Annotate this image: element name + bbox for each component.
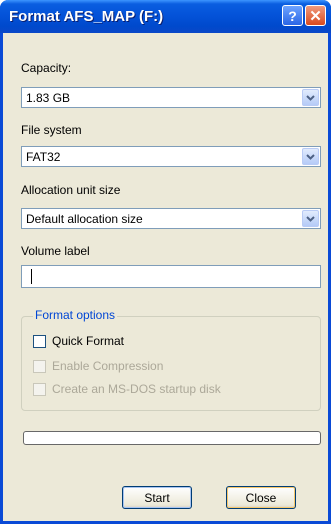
allocation-unit-select[interactable]: Default allocation size	[21, 208, 321, 229]
capacity-select[interactable]: 1.83 GB	[21, 87, 321, 108]
start-button[interactable]: Start	[122, 486, 192, 509]
close-window-button[interactable]: ✕	[305, 5, 326, 26]
volume-label-label: Volume label	[21, 244, 90, 258]
quick-format-label[interactable]: Quick Format	[52, 334, 124, 348]
start-button-label: Start	[144, 490, 170, 505]
capacity-value: 1.83 GB	[26, 91, 71, 105]
capacity-label: Capacity:	[21, 61, 72, 75]
file-system-value: FAT32	[26, 150, 61, 164]
file-system-label: File system	[21, 123, 82, 137]
help-button[interactable]: ?	[282, 5, 303, 26]
close-icon: ✕	[309, 7, 322, 25]
format-dialog: Format AFS_MAP (F:) ? ✕	[0, 0, 331, 524]
enable-compression-checkbox[interactable]	[33, 360, 46, 373]
format-progress-bar	[23, 431, 321, 445]
text-caret	[31, 269, 32, 284]
title-bar[interactable]: Format AFS_MAP (F:) ? ✕	[0, 0, 331, 33]
chevron-down-icon	[306, 94, 315, 101]
file-system-dropdown-button[interactable]	[302, 148, 319, 165]
close-button-label: Close	[245, 490, 277, 505]
capacity-dropdown-button[interactable]	[302, 89, 319, 106]
enable-compression-label[interactable]: Enable Compression	[52, 359, 163, 373]
chevron-down-icon	[306, 153, 315, 160]
help-icon: ?	[288, 7, 297, 24]
format-options-title: Format options	[33, 308, 118, 322]
allocation-unit-label: Allocation unit size	[21, 183, 121, 197]
allocation-unit-dropdown-button[interactable]	[302, 210, 319, 227]
msdos-startup-checkbox[interactable]	[33, 383, 46, 396]
window-title: Format AFS_MAP (F:)	[9, 8, 164, 25]
chevron-down-icon	[306, 215, 315, 222]
file-system-select[interactable]: FAT32	[21, 146, 321, 167]
quick-format-checkbox[interactable]	[33, 335, 46, 348]
msdos-startup-label[interactable]: Create an MS-DOS startup disk	[52, 382, 221, 396]
close-button[interactable]: Close	[226, 486, 296, 509]
volume-label-input[interactable]	[21, 265, 321, 288]
allocation-unit-value: Default allocation size	[26, 212, 143, 226]
